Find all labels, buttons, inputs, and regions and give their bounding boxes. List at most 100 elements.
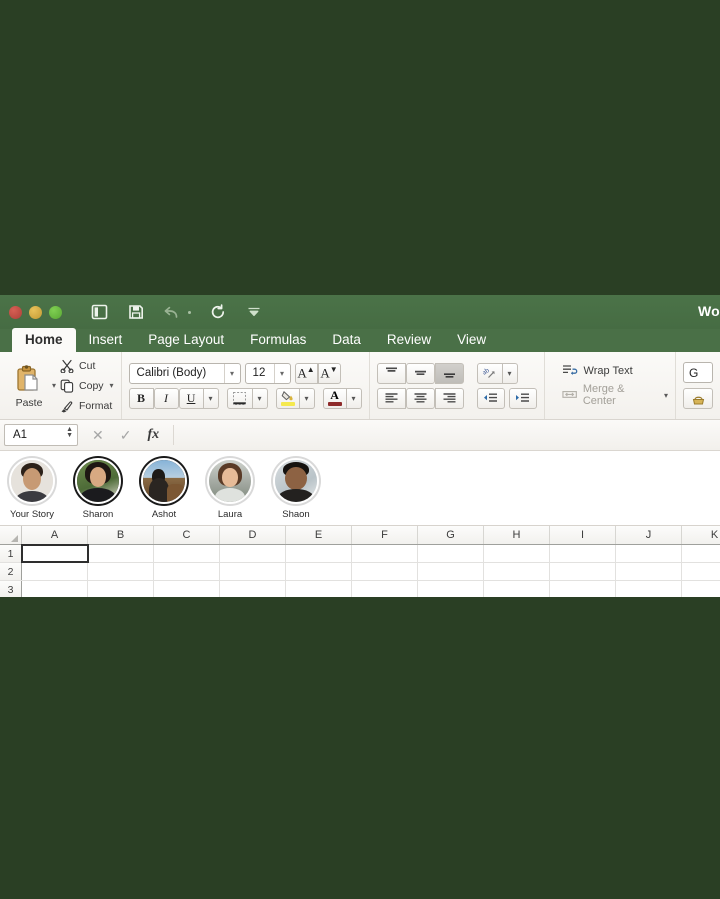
cell-j2[interactable] <box>616 563 682 580</box>
bottom-align-button[interactable] <box>434 362 464 384</box>
italic-button[interactable]: I <box>153 387 179 409</box>
cell-b3[interactable] <box>88 581 154 597</box>
cell-a1[interactable] <box>21 544 89 563</box>
wrap-text-button[interactable]: Wrap Text <box>562 364 668 377</box>
merge-dropdown-caret[interactable]: ▾ <box>664 391 668 400</box>
cut-button[interactable]: Cut <box>60 357 114 375</box>
row-header-3[interactable]: 3 <box>0 581 22 597</box>
column-header-f[interactable]: F <box>352 526 418 544</box>
decrease-indent-button[interactable] <box>476 387 505 409</box>
cell-k1[interactable] <box>682 545 720 562</box>
close-window-button[interactable] <box>9 305 22 319</box>
column-header-h[interactable]: H <box>484 526 550 544</box>
column-header-c[interactable]: C <box>154 526 220 544</box>
align-left-button[interactable] <box>376 387 406 409</box>
format-painter-button[interactable]: Format <box>60 397 114 415</box>
formula-input[interactable] <box>174 424 720 446</box>
copy-dropdown-caret[interactable]: ▾ <box>110 381 114 390</box>
currency-format-button[interactable] <box>683 388 713 409</box>
cell-f1[interactable] <box>352 545 418 562</box>
align-right-button[interactable] <box>434 387 464 409</box>
cell-d3[interactable] <box>220 581 286 597</box>
tab-review[interactable]: Review <box>374 329 444 352</box>
maximize-window-button[interactable] <box>49 305 62 319</box>
borders-dropdown-caret[interactable]: ▾ <box>252 387 268 409</box>
cell-e2[interactable] <box>286 563 352 580</box>
tab-page-layout[interactable]: Page Layout <box>135 329 237 352</box>
story-your-story[interactable]: Your Story <box>4 456 60 520</box>
chevron-down-icon[interactable] <box>244 303 263 322</box>
cell-a2[interactable] <box>22 563 88 580</box>
cell-d1[interactable] <box>220 545 286 562</box>
cell-f2[interactable] <box>352 563 418 580</box>
cell-e3[interactable] <box>286 581 352 597</box>
cell-j1[interactable] <box>616 545 682 562</box>
tab-view[interactable]: View <box>444 329 499 352</box>
row-header-2[interactable]: 2 <box>0 563 22 580</box>
name-box[interactable]: A1 ▲ ▼ <box>4 424 78 446</box>
cell-i1[interactable] <box>550 545 616 562</box>
story-laura[interactable]: Laura <box>202 456 258 520</box>
name-box-spinner[interactable]: ▲ ▼ <box>66 426 73 439</box>
decrease-font-size-button[interactable]: A▼ <box>317 362 341 384</box>
cell-k2[interactable] <box>682 563 720 580</box>
underline-dropdown-caret[interactable]: ▾ <box>203 387 219 409</box>
fill-color-dropdown-caret[interactable]: ▾ <box>299 387 315 409</box>
cell-g2[interactable] <box>418 563 484 580</box>
cell-g1[interactable] <box>418 545 484 562</box>
cancel-formula-button[interactable]: ✕ <box>92 427 104 444</box>
save-icon[interactable] <box>126 303 145 322</box>
orientation-dropdown-caret[interactable]: ▾ <box>502 362 518 384</box>
column-header-j[interactable]: J <box>616 526 682 544</box>
tab-home[interactable]: Home <box>12 328 76 352</box>
column-header-b[interactable]: B <box>88 526 154 544</box>
cell-c1[interactable] <box>154 545 220 562</box>
column-header-e[interactable]: E <box>286 526 352 544</box>
story-sharon[interactable]: Sharon <box>70 456 126 520</box>
cell-c3[interactable] <box>154 581 220 597</box>
cell-i2[interactable] <box>550 563 616 580</box>
orientation-button[interactable]: ab <box>476 362 503 384</box>
story-ashot[interactable]: Ashot <box>136 456 192 520</box>
story-shaon[interactable]: Shaon <box>268 456 324 520</box>
cell-g3[interactable] <box>418 581 484 597</box>
cell-j3[interactable] <box>616 581 682 597</box>
fill-color-button[interactable] <box>275 387 300 409</box>
column-header-g[interactable]: G <box>418 526 484 544</box>
cell-k3[interactable] <box>682 581 720 597</box>
cell-a3[interactable] <box>22 581 88 597</box>
align-center-button[interactable] <box>405 387 435 409</box>
minimize-window-button[interactable] <box>29 305 42 319</box>
cell-h3[interactable] <box>484 581 550 597</box>
number-format-select[interactable]: G <box>683 362 713 383</box>
underline-button[interactable]: U <box>178 387 204 409</box>
tab-insert[interactable]: Insert <box>76 329 136 352</box>
column-header-d[interactable]: D <box>220 526 286 544</box>
increase-font-size-button[interactable]: A▲ <box>294 362 318 384</box>
sidebar-icon[interactable] <box>90 303 109 322</box>
column-header-i[interactable]: I <box>550 526 616 544</box>
copy-button[interactable]: Copy ▾ <box>60 377 114 395</box>
cell-h2[interactable] <box>484 563 550 580</box>
increase-indent-button[interactable] <box>508 387 537 409</box>
cell-i3[interactable] <box>550 581 616 597</box>
font-size-select[interactable]: 12 ▾ <box>244 362 291 384</box>
cell-f3[interactable] <box>352 581 418 597</box>
select-all-corner[interactable] <box>0 526 22 544</box>
cell-e1[interactable] <box>286 545 352 562</box>
bold-button[interactable]: B <box>128 387 154 409</box>
top-align-button[interactable] <box>376 362 406 384</box>
font-family-select[interactable]: Calibri (Body) ▾ <box>128 362 241 384</box>
tab-formulas[interactable]: Formulas <box>237 329 319 352</box>
cell-d2[interactable] <box>220 563 286 580</box>
cell-b1[interactable] <box>88 545 154 562</box>
middle-align-button[interactable] <box>405 362 435 384</box>
insert-function-button[interactable]: fx <box>147 427 159 443</box>
cell-h1[interactable] <box>484 545 550 562</box>
chevron-down-icon[interactable]: ▾ <box>273 363 290 383</box>
spinner-down-icon[interactable]: ▼ <box>66 432 73 439</box>
column-header-k[interactable]: K <box>682 526 720 544</box>
row-header-1[interactable]: 1 <box>0 545 22 562</box>
undo-icon[interactable] <box>162 303 181 322</box>
paste-button[interactable]: Paste <box>7 352 51 419</box>
